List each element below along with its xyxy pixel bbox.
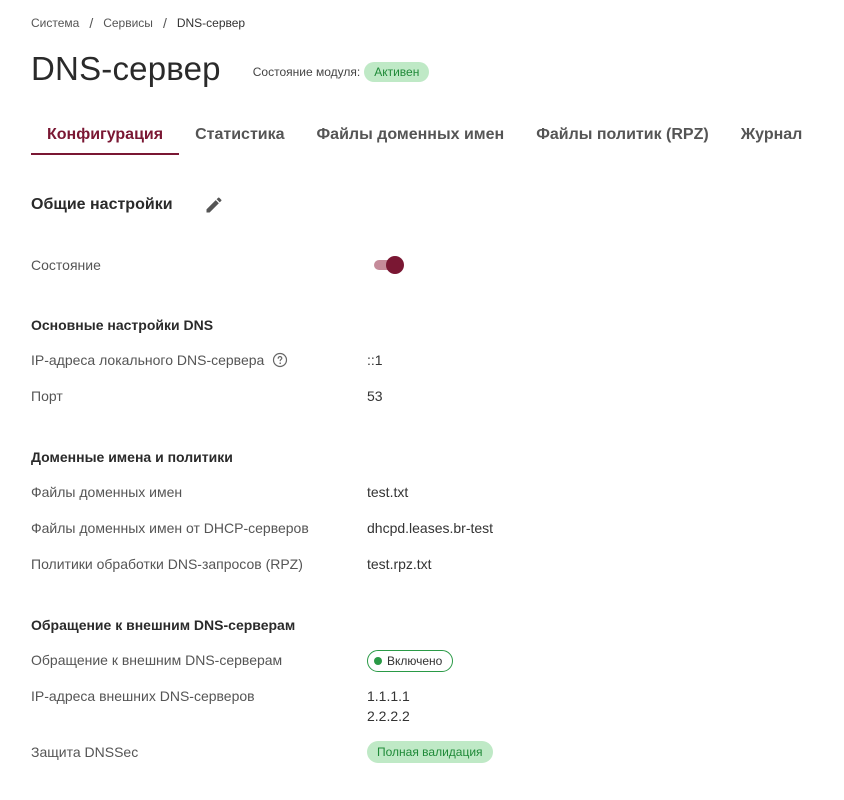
module-state: Состояние модуля: Активен: [253, 62, 430, 82]
breadcrumb-separator: /: [89, 15, 94, 31]
module-state-badge: Активен: [364, 62, 430, 82]
tab-configuration[interactable]: Конфигурация: [31, 120, 180, 155]
local-ip-row: IP-адреса локального DNS-сервера: [31, 352, 288, 371]
dnssec-label: Защита DNSSec: [31, 744, 139, 760]
dnssec-badge: Полная валидация: [367, 741, 493, 763]
rpz-label: Политики обработки DNS-запросов (RPZ): [31, 556, 303, 572]
dhcp-files-value: dhcpd.leases.br-test: [367, 520, 494, 536]
local-ip-label: IP-адреса локального DNS-сервера: [31, 352, 265, 368]
page-header: DNS-сервер Состояние модуля: Активен: [31, 50, 430, 88]
dns-basic-title: Основные настройки DNS: [31, 317, 214, 333]
dhcp-files-label: Файлы доменных имен от DHCP-серверов: [31, 520, 309, 536]
external-access-value: Включено: [387, 654, 443, 668]
port-label: Порт: [31, 388, 63, 404]
external-ip-2: 2.2.2.2: [367, 708, 410, 724]
state-toggle[interactable]: [372, 256, 404, 274]
page-title: DNS-сервер: [31, 50, 221, 87]
external-access-label: Обращение к внешним DNS-серверам: [31, 652, 283, 668]
toggle-thumb: [386, 256, 404, 274]
section-title: Общие настройки: [31, 196, 173, 213]
edit-button[interactable]: [201, 192, 227, 218]
external-dns-title: Обращение к внешним DNS-серверам: [31, 617, 296, 633]
domains-title: Доменные имена и политики: [31, 449, 233, 465]
tab-log[interactable]: Журнал: [725, 120, 819, 155]
module-state-label: Состояние модуля:: [252, 65, 361, 79]
external-access-badge: Включено: [367, 650, 454, 672]
external-ips-label: IP-адреса внешних DNS-серверов: [31, 688, 255, 704]
breadcrumb-services[interactable]: Сервисы: [103, 16, 153, 30]
help-circle-icon[interactable]: [272, 352, 288, 371]
breadcrumb: Система / Сервисы / DNS-сервер: [31, 15, 245, 31]
local-ip-value: ::1: [367, 352, 383, 368]
tab-domain-files[interactable]: Файлы доменных имен: [301, 120, 521, 155]
port-value: 53: [367, 388, 383, 404]
rpz-value: test.rpz.txt: [367, 556, 432, 572]
general-settings-header: Общие настройки: [31, 192, 227, 218]
external-ip-1: 1.1.1.1: [367, 688, 410, 704]
breadcrumb-current: DNS-сервер: [176, 16, 246, 30]
pencil-icon: [206, 197, 222, 213]
domain-files-value: test.txt: [367, 484, 409, 500]
domain-files-label: Файлы доменных имен: [31, 484, 183, 500]
status-dot: [374, 657, 382, 665]
state-label: Состояние: [31, 257, 101, 273]
tab-statistics[interactable]: Статистика: [179, 120, 300, 155]
breadcrumb-system[interactable]: Система: [31, 16, 79, 30]
breadcrumb-separator: /: [162, 15, 167, 31]
tabs: Конфигурация Статистика Файлы доменных и…: [31, 120, 818, 155]
tab-policy-files[interactable]: Файлы политик (RPZ): [520, 120, 724, 155]
